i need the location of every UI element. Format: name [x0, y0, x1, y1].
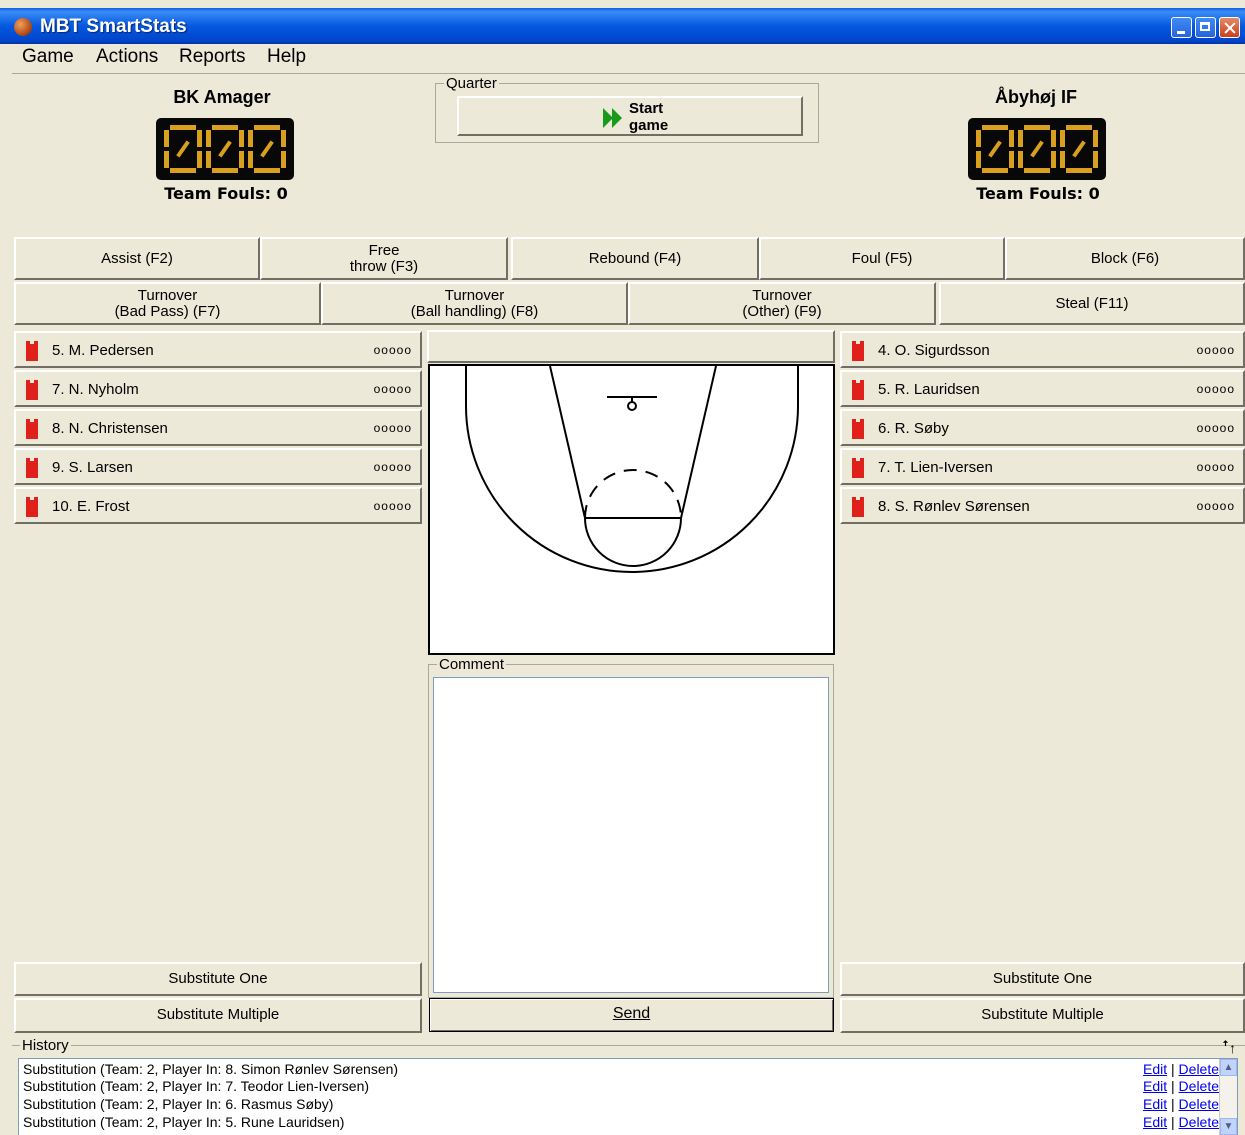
- assist-button[interactable]: Assist (F2): [14, 237, 260, 280]
- home-team-fouls: Team Fouls: 0: [164, 184, 288, 203]
- collapse-up-icon[interactable]: ꜛ↑: [1222, 1040, 1236, 1056]
- away-substitute-multiple-button[interactable]: Substitute Multiple: [840, 998, 1245, 1033]
- home-player-row[interactable]: 9. S. Larsen ooooo: [14, 448, 422, 485]
- send-button[interactable]: Send: [429, 998, 834, 1032]
- court-header: [427, 330, 835, 363]
- home-player-row[interactable]: 8. N. Christensen ooooo: [14, 409, 422, 446]
- score-digit: [1060, 125, 1098, 173]
- minimize-button[interactable]: [1171, 17, 1192, 38]
- comment-input[interactable]: [433, 677, 829, 993]
- edit-link[interactable]: Edit: [1143, 1078, 1167, 1094]
- delete-link[interactable]: Delete: [1179, 1061, 1219, 1077]
- edit-link[interactable]: Edit: [1143, 1061, 1167, 1077]
- rebound-button[interactable]: Rebound (F4): [511, 237, 759, 280]
- menu-reports[interactable]: Reports: [179, 46, 246, 68]
- delete-link[interactable]: Delete: [1179, 1078, 1219, 1094]
- away-player-row[interactable]: 6. R. Søby ooooo: [840, 409, 1245, 446]
- home-team-name: BK Amager: [173, 87, 271, 107]
- delete-link[interactable]: Delete: [1179, 1096, 1219, 1112]
- history-entry-actions: Edit | Delete: [1143, 1096, 1220, 1112]
- close-button[interactable]: [1219, 17, 1240, 38]
- comment-label: Comment: [437, 656, 507, 673]
- jersey-icon: [26, 458, 38, 478]
- block-button[interactable]: Block (F6): [1005, 237, 1245, 280]
- steal-button[interactable]: Steal (F11): [939, 282, 1245, 325]
- menu-bar: Game Actions Reports Help: [0, 44, 1245, 72]
- basketball-icon: [14, 18, 32, 36]
- maximize-button[interactable]: [1195, 17, 1216, 38]
- title-bar[interactable]: MBT SmartStats: [0, 8, 1245, 44]
- menu-actions[interactable]: Actions: [96, 46, 158, 68]
- history-scrollbar[interactable]: ▲ ▼: [1219, 1059, 1237, 1135]
- comment-group: Comment: [428, 656, 834, 998]
- basketball-court[interactable]: [428, 364, 835, 655]
- away-player-row[interactable]: 8. S. Rønlev Sørensen ooooo: [840, 487, 1245, 524]
- score-digit: [248, 125, 286, 173]
- jersey-icon: [852, 458, 864, 478]
- history-entry: Substitution (Team: 2, Player In: 5. Run…: [23, 1114, 345, 1130]
- away-substitute-one-button[interactable]: Substitute One: [840, 962, 1245, 996]
- window-title: MBT SmartStats: [40, 16, 187, 37]
- home-substitute-multiple-button[interactable]: Substitute Multiple: [14, 998, 422, 1033]
- history-entry: Substitution (Team: 2, Player In: 7. Teo…: [23, 1078, 370, 1094]
- jersey-icon: [852, 419, 864, 439]
- start-game-label: Start game: [629, 100, 669, 134]
- away-player-row[interactable]: 4. O. Sigurdsson ooooo: [840, 331, 1245, 368]
- turnover-bad-pass-button[interactable]: Turnover (Bad Pass) (F7): [14, 282, 321, 325]
- menu-help[interactable]: Help: [267, 46, 306, 68]
- home-substitute-one-button[interactable]: Substitute One: [14, 962, 422, 996]
- history-entry-actions: Edit | Delete: [1143, 1114, 1220, 1130]
- edit-link[interactable]: Edit: [1143, 1096, 1167, 1112]
- jersey-icon: [26, 341, 38, 361]
- away-player-row[interactable]: 5. R. Lauridsen ooooo: [840, 370, 1245, 407]
- history-label: History: [20, 1037, 71, 1054]
- history-entry-actions: Edit | Delete: [1143, 1078, 1220, 1094]
- jersey-icon: [26, 497, 38, 517]
- score-digit: [206, 125, 244, 173]
- history-list: Substitution (Team: 2, Player In: 8. Sim…: [18, 1058, 1238, 1135]
- fast-forward-icon: [603, 108, 622, 128]
- jersey-icon: [852, 341, 864, 361]
- jersey-icon: [852, 380, 864, 400]
- history-entry: Substitution (Team: 2, Player In: 6. Ras…: [23, 1096, 334, 1112]
- delete-link[interactable]: Delete: [1179, 1114, 1219, 1130]
- away-team-fouls: Team Fouls: 0: [976, 184, 1100, 203]
- home-score-display: [156, 118, 294, 180]
- quarter-group: Quarter Start game: [435, 75, 819, 143]
- jersey-icon: [26, 380, 38, 400]
- away-player-row[interactable]: 7. T. Lien-Iversen ooooo: [840, 448, 1245, 485]
- free-throw-button[interactable]: Free throw (F3): [260, 237, 508, 280]
- home-player-row[interactable]: 7. N. Nyholm ooooo: [14, 370, 422, 407]
- edit-link[interactable]: Edit: [1143, 1114, 1167, 1130]
- away-score-display: [968, 118, 1106, 180]
- turnover-ball-handling-button[interactable]: Turnover (Ball handling) (F8): [321, 282, 628, 325]
- app-window: MBT SmartStats Game Actions Reports Help…: [0, 0, 1245, 1135]
- score-digit: [976, 125, 1014, 173]
- half-court-diagram: [465, 365, 799, 573]
- history-entry: Substitution (Team: 2, Player In: 8. Sim…: [23, 1061, 399, 1077]
- home-player-row[interactable]: 10. E. Frost ooooo: [14, 487, 422, 524]
- quarter-label: Quarter: [444, 75, 499, 92]
- away-team-name: Åbyhøj IF: [995, 87, 1077, 107]
- scroll-down-icon[interactable]: ▼: [1220, 1118, 1237, 1135]
- turnover-other-button[interactable]: Turnover (Other) (F9): [628, 282, 936, 325]
- jersey-icon: [852, 497, 864, 517]
- history-group: History ꜛ↑ Substitution (Team: 2, Player…: [12, 1037, 1245, 1135]
- home-player-row[interactable]: 5. M. Pedersen ooooo: [14, 331, 422, 368]
- jersey-icon: [26, 419, 38, 439]
- scroll-up-icon[interactable]: ▲: [1220, 1059, 1237, 1076]
- foul-button[interactable]: Foul (F5): [759, 237, 1005, 280]
- menu-game[interactable]: Game: [22, 46, 74, 68]
- score-digit: [1018, 125, 1056, 173]
- start-game-button[interactable]: Start game: [457, 96, 803, 136]
- score-digit: [164, 125, 202, 173]
- history-entry-actions: Edit | Delete: [1143, 1061, 1220, 1077]
